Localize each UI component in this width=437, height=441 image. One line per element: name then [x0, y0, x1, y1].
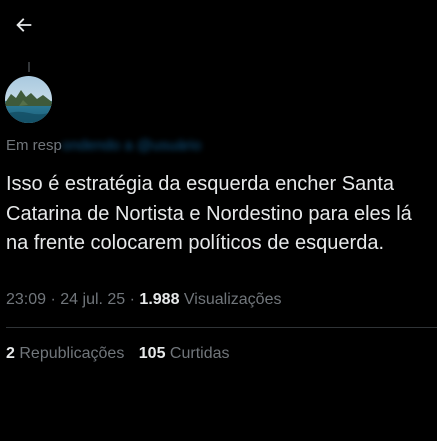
- reply-prefix: Em resp: [6, 137, 62, 154]
- likes-stat[interactable]: 105 Curtidas: [139, 345, 230, 363]
- engagement-stats: 2 Republicações 105 Curtidas: [6, 345, 230, 363]
- views-label: Visualizações: [183, 291, 282, 308]
- divider: [6, 327, 437, 328]
- thread-line: [28, 62, 30, 72]
- reposts-count: 2: [6, 345, 15, 362]
- back-button[interactable]: [8, 9, 40, 41]
- tweet-text: Isso é estratégia da esquerda encher San…: [6, 173, 418, 254]
- reply-handle-redacted[interactable]: ondendo a @usuário: [62, 137, 202, 154]
- avatar-landscape-image: [5, 76, 52, 123]
- likes-label: Curtidas: [169, 345, 230, 362]
- avatar[interactable]: [5, 76, 52, 123]
- tweet-time[interactable]: 23:09: [6, 291, 46, 308]
- tweet-date[interactable]: 24 jul. 25: [60, 291, 125, 308]
- meta-separator: ·: [125, 291, 140, 308]
- reply-to-line: Em respondendo a @usuário: [6, 137, 201, 154]
- arrow-left-icon: [16, 18, 32, 32]
- reposts-label: Republicações: [19, 345, 125, 362]
- top-bar: [0, 0, 437, 52]
- tweet-metadata: 23:09 · 24 jul. 25 · 1.988 Visualizações: [6, 291, 281, 309]
- likes-count: 105: [138, 345, 166, 362]
- meta-separator: ·: [46, 291, 61, 308]
- views-count: 1.988: [139, 291, 180, 308]
- reposts-stat[interactable]: 2 Republicações: [6, 345, 124, 363]
